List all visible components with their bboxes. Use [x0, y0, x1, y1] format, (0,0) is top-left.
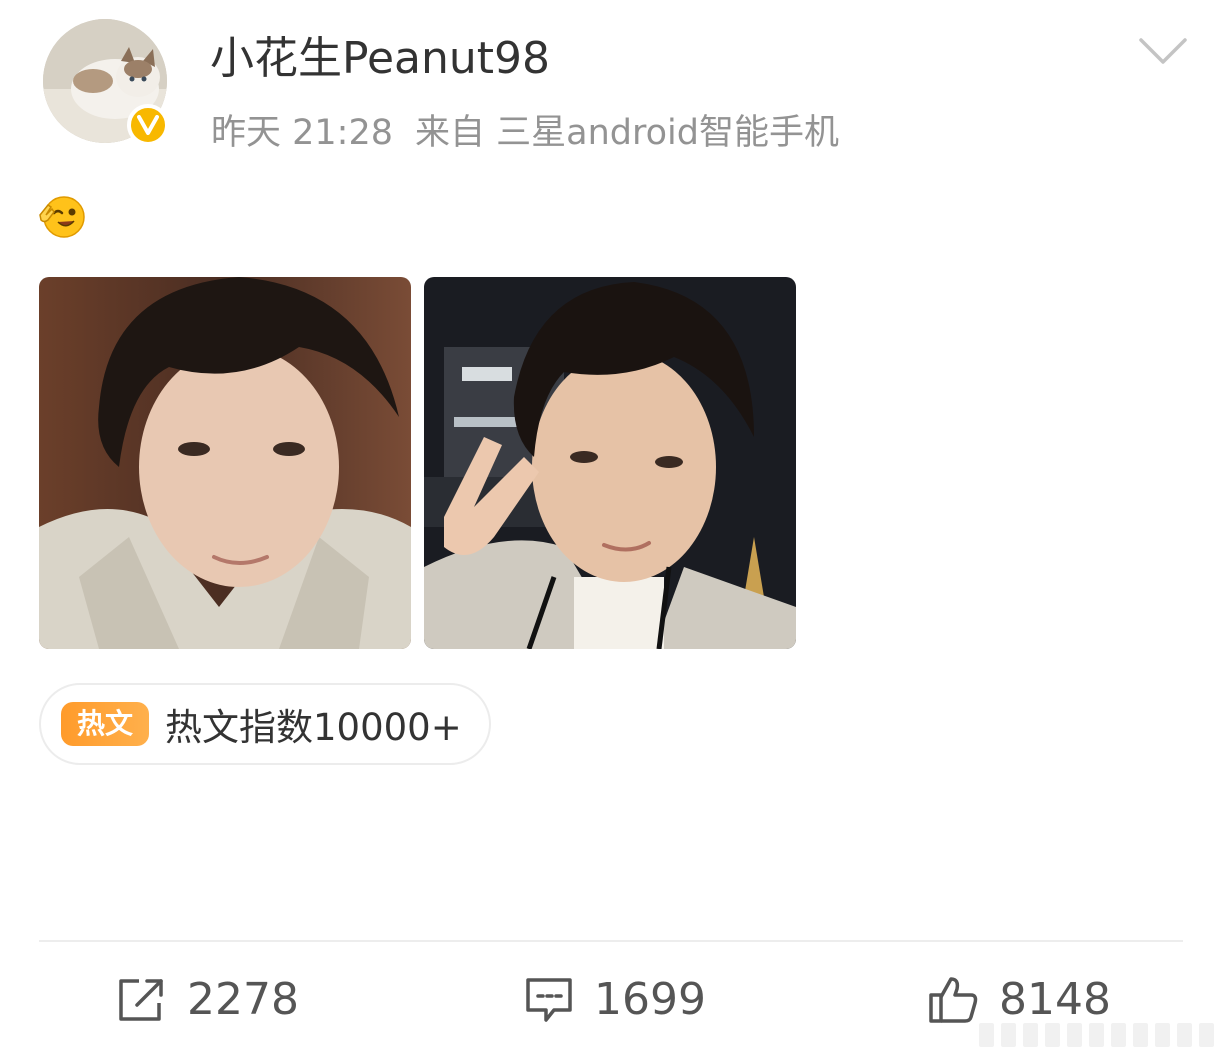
post-image-1[interactable] — [39, 277, 411, 649]
thumbs-up-icon — [929, 977, 978, 1023]
post-image-2[interactable] — [424, 277, 796, 649]
verified-badge-icon — [127, 104, 169, 146]
hot-badge: 热文 — [61, 702, 149, 746]
author-name[interactable]: 小花生Peanut98 — [210, 30, 550, 88]
repost-count: 2278 — [187, 974, 299, 1025]
wink-peace-emoji-icon — [39, 196, 85, 238]
comment-icon — [526, 978, 572, 1022]
comment-count: 1699 — [594, 974, 706, 1025]
post-timestamp: 昨天 21:28 — [211, 113, 393, 153]
repost-icon — [119, 979, 163, 1021]
post-source[interactable]: 来自 三星android智能手机 — [415, 113, 839, 153]
chevron-down-icon[interactable] — [1138, 36, 1188, 66]
divider — [39, 940, 1183, 942]
watermark-overlay — [975, 1014, 1220, 1055]
hot-index-text: 热文指数10000+ — [165, 706, 462, 749]
post-meta: 昨天 21:28 来自 三星android智能手机 — [211, 110, 861, 156]
comment-button[interactable]: 1699 — [524, 972, 706, 1028]
hot-index-chip[interactable]: 热文 热文指数10000+ — [39, 683, 491, 765]
repost-button[interactable]: 2278 — [117, 972, 299, 1028]
